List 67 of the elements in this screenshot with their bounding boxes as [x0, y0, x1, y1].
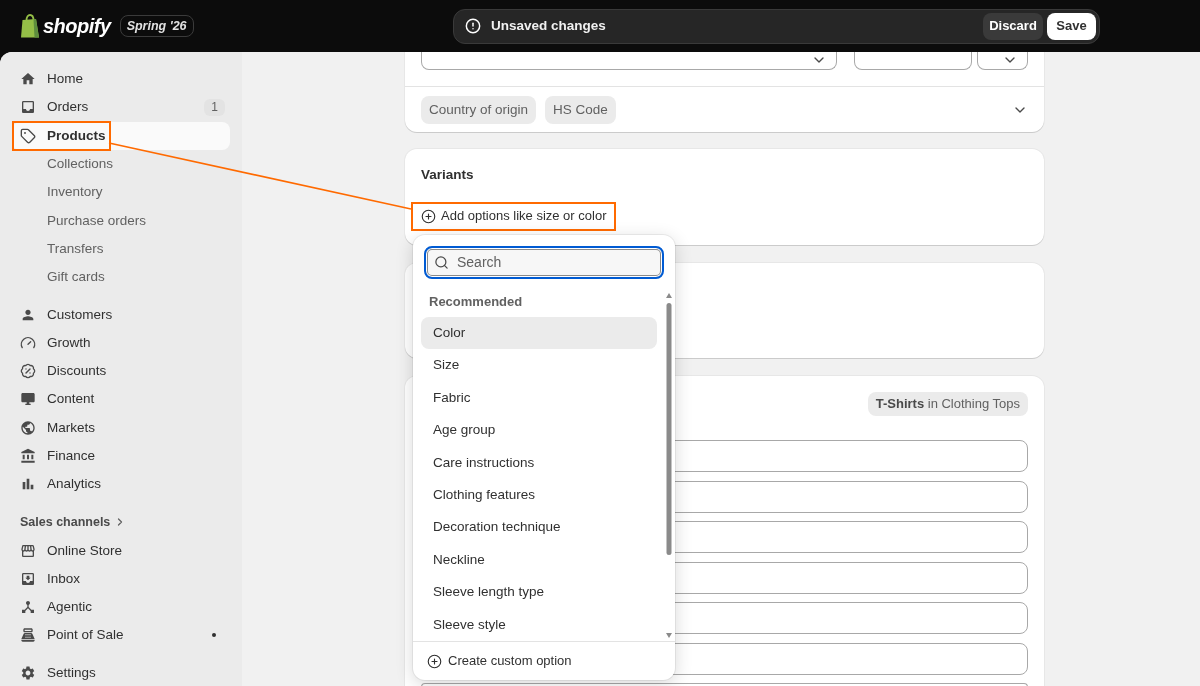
option-item[interactable]: Neckline	[421, 543, 657, 577]
settings-icon	[20, 664, 36, 681]
create-option-button[interactable]: Create custom option	[427, 651, 572, 671]
search-icon	[434, 255, 449, 270]
nav-item[interactable]: Discounts	[12, 356, 230, 386]
option-item[interactable]: Clothing features	[421, 478, 657, 512]
nav-item[interactable]: Online Store	[12, 536, 230, 565]
nav-subitem[interactable]: Gift cards	[12, 263, 230, 292]
nav-item[interactable]: Agentic	[12, 593, 230, 622]
nav-item[interactable]: Finance	[12, 441, 230, 471]
globe-icon	[20, 419, 36, 436]
nav-subitem[interactable]: Inventory	[12, 178, 230, 207]
nav-subitem[interactable]: Collections	[12, 149, 230, 179]
nav-item[interactable]: Analytics	[12, 470, 230, 499]
group-heading: Recommended	[428, 293, 524, 311]
discard-button[interactable]: Discard	[983, 12, 1043, 40]
nav-subitem[interactable]: Purchase orders	[12, 206, 230, 235]
inbox-tray-icon	[20, 99, 36, 116]
plus-circle-icon	[427, 653, 442, 669]
nav-item[interactable]: Inbox	[12, 564, 230, 594]
option-item[interactable]: Care instructions	[421, 446, 657, 479]
attribute-chip[interactable]: HS Code	[545, 96, 616, 124]
plus-circle-icon	[421, 208, 436, 224]
nav-item[interactable]: Orders 1	[12, 93, 230, 122]
section-heading[interactable]: Sales channels	[12, 508, 230, 537]
search-input[interactable]: Search	[457, 252, 662, 273]
input-field[interactable]	[421, 683, 1028, 686]
inbox-arrow-icon	[20, 570, 36, 587]
option-item[interactable]: Size	[421, 349, 657, 382]
input-field[interactable]	[854, 52, 972, 70]
option-item[interactable]: Sleeve length type	[421, 576, 657, 609]
nav-item[interactable]: Content	[12, 385, 230, 414]
option-item[interactable]: Color	[421, 317, 657, 350]
percent-badge-icon	[20, 363, 36, 380]
nav-item[interactable]: Growth	[12, 328, 230, 357]
cash-register-icon	[20, 627, 36, 644]
edition-badge: Spring '26	[119, 15, 194, 37]
unit-select[interactable]	[977, 52, 1028, 70]
bag-logo-icon	[20, 14, 40, 38]
nav-item[interactable]: Customers	[12, 300, 230, 329]
nav-subitem[interactable]: Transfers	[12, 234, 230, 264]
save-button[interactable]: Save	[1047, 12, 1096, 40]
nav-item[interactable]: Markets	[12, 413, 230, 442]
select-field[interactable]	[421, 52, 837, 70]
nav-item[interactable]: Home	[12, 65, 230, 94]
alert-icon	[465, 18, 481, 34]
option-item[interactable]: Decoration technique	[421, 511, 657, 544]
monitor-icon	[20, 391, 36, 408]
option-item[interactable]: Fabric	[421, 381, 657, 415]
add-options-button[interactable]: Add options like size or color	[421, 205, 607, 227]
nav-item[interactable]: Point of Sale	[12, 621, 230, 650]
option-item[interactable]: Sleeve style	[421, 608, 657, 641]
attribute-chip[interactable]: Country of origin	[421, 96, 537, 124]
card-title: Variants	[421, 166, 475, 184]
hub-icon	[20, 599, 36, 616]
count-badge: 1	[204, 98, 225, 116]
status-message: Unsaved changes	[491, 16, 606, 35]
logo-wordmark: shopify	[43, 14, 111, 38]
tag-icon	[20, 127, 36, 144]
search-field[interactable]: Search	[424, 246, 664, 279]
gauge-icon	[20, 334, 36, 351]
storefront-icon	[20, 542, 36, 559]
category-badge: T-Shirts in Clothing Tops	[867, 392, 1028, 416]
nav-item[interactable]: Settings	[12, 658, 230, 686]
bank-icon	[20, 448, 36, 464]
option-item[interactable]: Age group	[421, 414, 657, 447]
nav-item[interactable]: Products	[12, 121, 230, 150]
